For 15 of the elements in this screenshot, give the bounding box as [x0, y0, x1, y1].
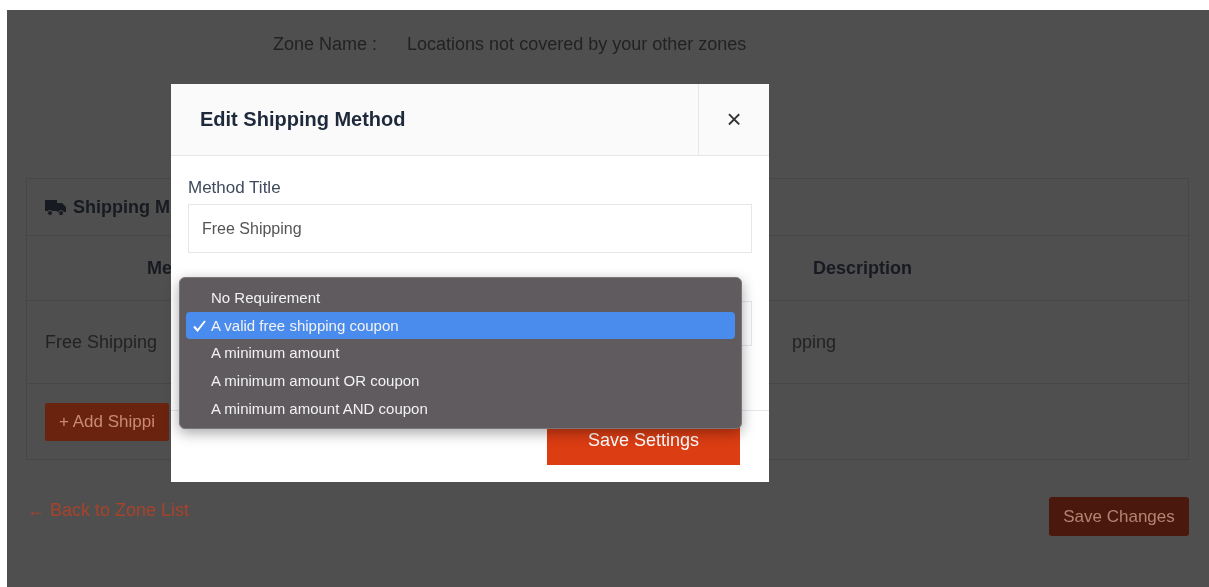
close-button[interactable]: ×: [698, 84, 769, 155]
column-header: Description: [812, 257, 913, 279]
truck-icon: [45, 198, 67, 216]
dropdown-option[interactable]: A valid free shipping coupon: [186, 311, 735, 340]
dropdown-option[interactable]: A minimum amount: [186, 339, 735, 367]
check-icon: [193, 319, 206, 332]
field-label: Method Title: [188, 178, 282, 198]
dropdown-option[interactable]: No Requirement: [186, 284, 735, 312]
input-field[interactable]: Free Shipping: [188, 204, 752, 253]
column-header: Me: [146, 257, 172, 279]
add-shipping-button[interactable]: + Add Shippi: [45, 402, 169, 441]
save-changes-button[interactable]: Save Changes: [1049, 497, 1189, 536]
card-title: Shipping M: [73, 196, 170, 218]
dropdown-option[interactable]: A minimum amount OR coupon: [186, 366, 735, 395]
modal-title: Edit Shipping Method: [199, 107, 407, 132]
